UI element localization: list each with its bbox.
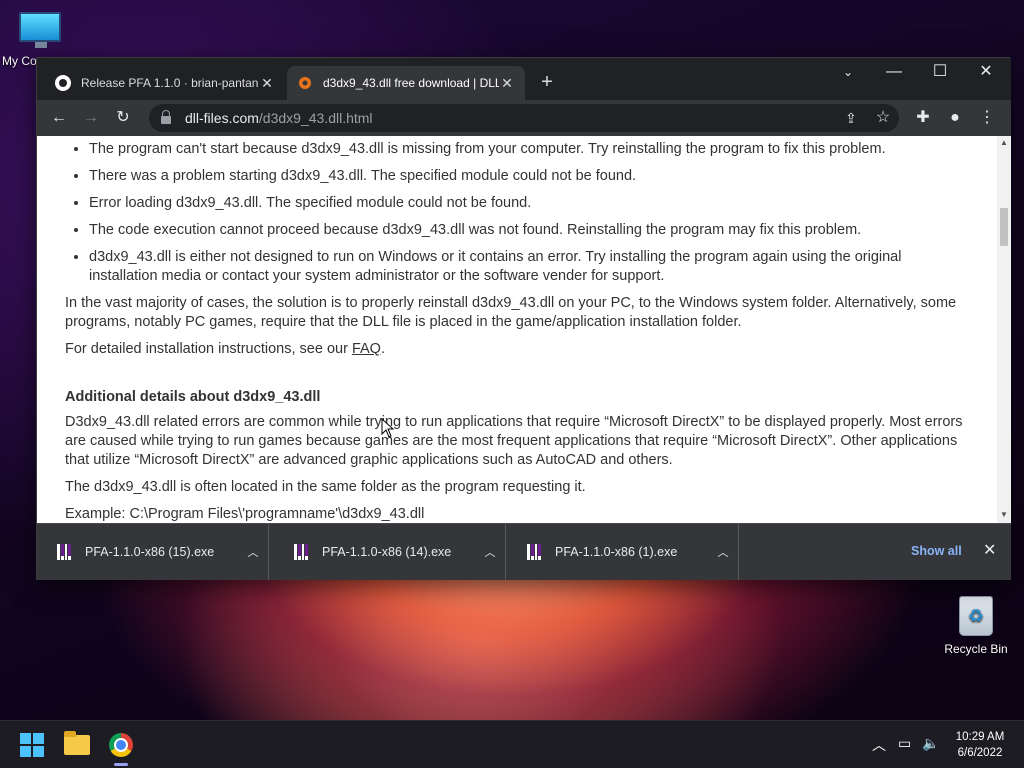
clock-time: 10:29 AM	[955, 731, 1005, 743]
lock-icon	[161, 110, 171, 124]
profile-icon[interactable]: ●	[943, 106, 967, 130]
url-host: dll-files.com	[185, 110, 259, 126]
paragraph-faq: For detailed installation instructions, …	[65, 340, 967, 359]
tab-github-release[interactable]: Release PFA 1.1.0 · brian-pantano ✕	[45, 66, 285, 100]
bookmark-star-icon[interactable]: ☆	[871, 106, 895, 130]
list-item: d3dx9_43.dll is either not designed to r…	[89, 248, 967, 286]
download-name: PFA-1.1.0-x86 (14).exe	[322, 545, 452, 559]
tab-search-button[interactable]: ⌄	[825, 58, 871, 88]
tab-title: d3dx9_43.dll free download | DLL	[323, 76, 499, 90]
github-icon	[55, 75, 71, 91]
scroll-down-icon[interactable]: ▼	[997, 510, 1011, 519]
list-item: There was a problem starting d3dx9_43.dl…	[89, 167, 967, 186]
list-item: Error loading d3dx9_43.dll. The specifie…	[89, 194, 967, 213]
piano-file-icon	[57, 544, 71, 560]
piano-file-icon	[527, 544, 541, 560]
list-item: The program can't start because d3dx9_43…	[89, 140, 967, 159]
show-hidden-icons-chevron[interactable]: ︿	[872, 735, 886, 755]
active-app-indicator	[114, 763, 128, 766]
mouse-cursor-icon	[381, 418, 395, 438]
back-button[interactable]: ←	[47, 106, 71, 130]
chevron-up-icon[interactable]: ︿	[238, 544, 268, 560]
tab-dll-files[interactable]: d3dx9_43.dll free download | DLL ✕	[287, 66, 525, 100]
piano-file-icon	[294, 544, 308, 560]
paragraph-location: The d3dx9_43.dll is often located in the…	[65, 479, 586, 495]
recycle-bin-icon: ♻	[959, 596, 993, 636]
clock-date: 6/6/2022	[957, 747, 1003, 759]
new-tab-button[interactable]: +	[535, 70, 559, 94]
faq-suffix: .	[380, 341, 385, 357]
download-item[interactable]: PFA-1.1.0-x86 (14).exe ︿	[274, 524, 506, 580]
dll-files-icon	[297, 75, 313, 91]
share-icon[interactable]: ⇪	[839, 106, 863, 130]
browser-window: Release PFA 1.1.0 · brian-pantano ✕ d3dx…	[36, 57, 1011, 580]
section-heading: Additional details about d3dx9_43.dll	[65, 389, 321, 405]
network-icon[interactable]: ▭	[898, 735, 911, 752]
download-item[interactable]: PFA-1.1.0-x86 (1).exe ︿	[507, 524, 739, 580]
tab-strip: Release PFA 1.1.0 · brian-pantano ✕ d3dx…	[37, 58, 1011, 100]
download-name: PFA-1.1.0-x86 (1).exe	[555, 545, 678, 559]
scrollbar-thumb[interactable]	[1000, 208, 1008, 246]
windows-logo-icon	[20, 733, 44, 757]
faq-link[interactable]: FAQ	[352, 341, 381, 357]
folder-icon	[64, 731, 90, 755]
page-scrollbar[interactable]: ▲ ▼	[997, 136, 1011, 523]
scroll-up-icon[interactable]: ▲	[997, 138, 1011, 147]
menu-icon[interactable]: ⋮	[975, 106, 999, 130]
faq-prefix: For detailed installation instructions, …	[65, 341, 352, 357]
show-all-downloads-button[interactable]: Show all	[911, 544, 962, 558]
download-name: PFA-1.1.0-x86 (15).exe	[85, 545, 215, 559]
download-bar: PFA-1.1.0-x86 (15).exe ︿ PFA-1.1.0-x86 (…	[37, 523, 1011, 580]
volume-icon[interactable]: 🔈	[922, 735, 939, 752]
tab-close-icon[interactable]: ✕	[259, 75, 275, 92]
desktop-icon-label: Recycle Bin	[944, 642, 1008, 656]
file-explorer-button[interactable]	[61, 729, 93, 761]
start-button[interactable]	[16, 729, 48, 761]
system-clock[interactable]: 10:29 AM 6/6/2022	[940, 729, 1020, 761]
chevron-up-icon[interactable]: ︿	[708, 544, 738, 560]
browser-toolbar: ← → ↻ dll-files.com/d3dx9_43.dll.html ⇪ …	[37, 100, 1011, 136]
monitor-icon	[19, 12, 61, 48]
chevron-up-icon[interactable]: ︿	[475, 544, 505, 560]
maximize-button[interactable]: ☐	[917, 58, 963, 88]
list-item: The code execution cannot proceed becaus…	[89, 221, 967, 240]
page-content: The program can't start because d3dx9_43…	[37, 136, 997, 523]
paragraph-details: D3dx9_43.dll related errors are common w…	[65, 414, 963, 468]
address-bar[interactable]: dll-files.com/d3dx9_43.dll.html	[149, 104, 899, 132]
paragraph-solution: In the vast majority of cases, the solut…	[65, 295, 957, 330]
forward-button[interactable]: →	[79, 106, 103, 130]
close-download-bar-icon[interactable]: ✕	[983, 540, 996, 560]
taskbar: ︿ ▭ 🔈 10:29 AM 6/6/2022	[0, 720, 1024, 768]
close-window-button[interactable]: ✕	[963, 58, 1009, 88]
error-list: The program can't start because d3dx9_43…	[65, 140, 967, 286]
chrome-taskbar-button[interactable]	[105, 729, 137, 761]
reload-button[interactable]: ↻	[111, 106, 135, 130]
minimize-button[interactable]: —	[871, 58, 917, 88]
download-item[interactable]: PFA-1.1.0-x86 (15).exe ︿	[37, 524, 269, 580]
tab-title: Release PFA 1.1.0 · brian-pantano	[81, 76, 259, 90]
chrome-icon	[109, 733, 133, 757]
tab-close-icon[interactable]: ✕	[499, 75, 515, 92]
paragraph-example: Example: C:\Program Files\'programname'\…	[65, 506, 425, 522]
desktop-icon-recycle-bin[interactable]: ♻ Recycle Bin	[938, 596, 1014, 656]
extensions-icon[interactable]: ✚	[911, 106, 935, 130]
url-path: /d3dx9_43.dll.html	[258, 110, 373, 126]
